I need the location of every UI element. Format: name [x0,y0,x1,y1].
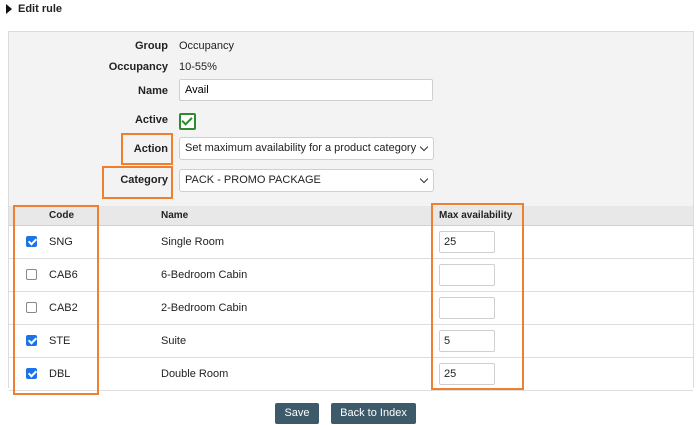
row-name: 2-Bedroom Cabin [161,302,248,314]
active-label: Active [134,114,168,126]
max-availability-input[interactable]: 5 [439,330,495,352]
occupancy-row: Occupancy 10-55% [9,56,693,80]
edit-rule-toggle[interactable]: Edit rule [6,1,62,17]
table-row: SNG Single Room 25 [9,226,693,259]
active-checkbox[interactable] [179,113,196,130]
row-name: 6-Bedroom Cabin [161,269,248,281]
table-row: CAB6 6-Bedroom Cabin [9,259,693,292]
category-label: Category [120,174,168,186]
table-row: CAB2 2-Bedroom Cabin [9,292,693,325]
occupancy-value: 10-55% [179,61,217,73]
row-checkbox[interactable] [26,302,37,313]
category-select[interactable]: PACK - PROMO PACKAGE [179,169,434,192]
row-code: STE [49,335,71,347]
name-input[interactable] [179,79,433,101]
name-label: Name [138,85,168,97]
group-value: Occupancy [179,40,235,52]
row-checkbox[interactable] [26,236,37,247]
table-row: DBL Double Room 25 [9,358,693,391]
action-row: Action Set maximum availability for a pr… [9,137,693,161]
row-code: SNG [49,236,73,248]
chevron-down-icon [419,142,429,152]
back-to-index-button[interactable]: Back to Index [331,403,416,424]
row-name: Single Room [161,236,224,248]
table-row: STE Suite 5 [9,325,693,358]
active-row: Active [9,110,693,134]
column-header-name: Name [161,210,189,221]
group-label: Group [135,40,168,52]
expand-triangle-icon [6,4,12,14]
column-header-code: Code [49,210,74,221]
edit-rule-panel: Group Occupancy Occupancy 10-55% Name Ac… [8,31,694,391]
max-availability-input[interactable]: 25 [439,363,495,385]
row-checkbox[interactable] [26,269,37,280]
category-row: Category PACK - PROMO PACKAGE [9,169,693,193]
row-name: Double Room [161,368,229,380]
table-header: Code Name Max availability [9,206,693,226]
edit-rule-title: Edit rule [18,3,63,15]
row-name: Suite [161,335,187,347]
max-availability-input[interactable]: 25 [439,231,495,253]
max-availability-input[interactable] [439,297,495,319]
category-select-value: PACK - PROMO PACKAGE [185,174,321,186]
row-code: DBL [49,368,71,380]
action-select-value: Set maximum availability for a product c… [185,142,417,154]
action-select[interactable]: Set maximum availability for a product c… [179,137,434,160]
row-code: CAB2 [49,302,78,314]
max-availability-input[interactable] [439,264,495,286]
column-header-max: Max availability [439,210,513,221]
row-code: CAB6 [49,269,78,281]
chevron-down-icon [419,174,429,184]
row-checkbox[interactable] [26,335,37,346]
save-button[interactable]: Save [275,403,319,424]
row-checkbox[interactable] [26,368,37,379]
occupancy-label: Occupancy [108,61,168,73]
name-row: Name [9,79,693,103]
action-label: Action [133,143,168,155]
